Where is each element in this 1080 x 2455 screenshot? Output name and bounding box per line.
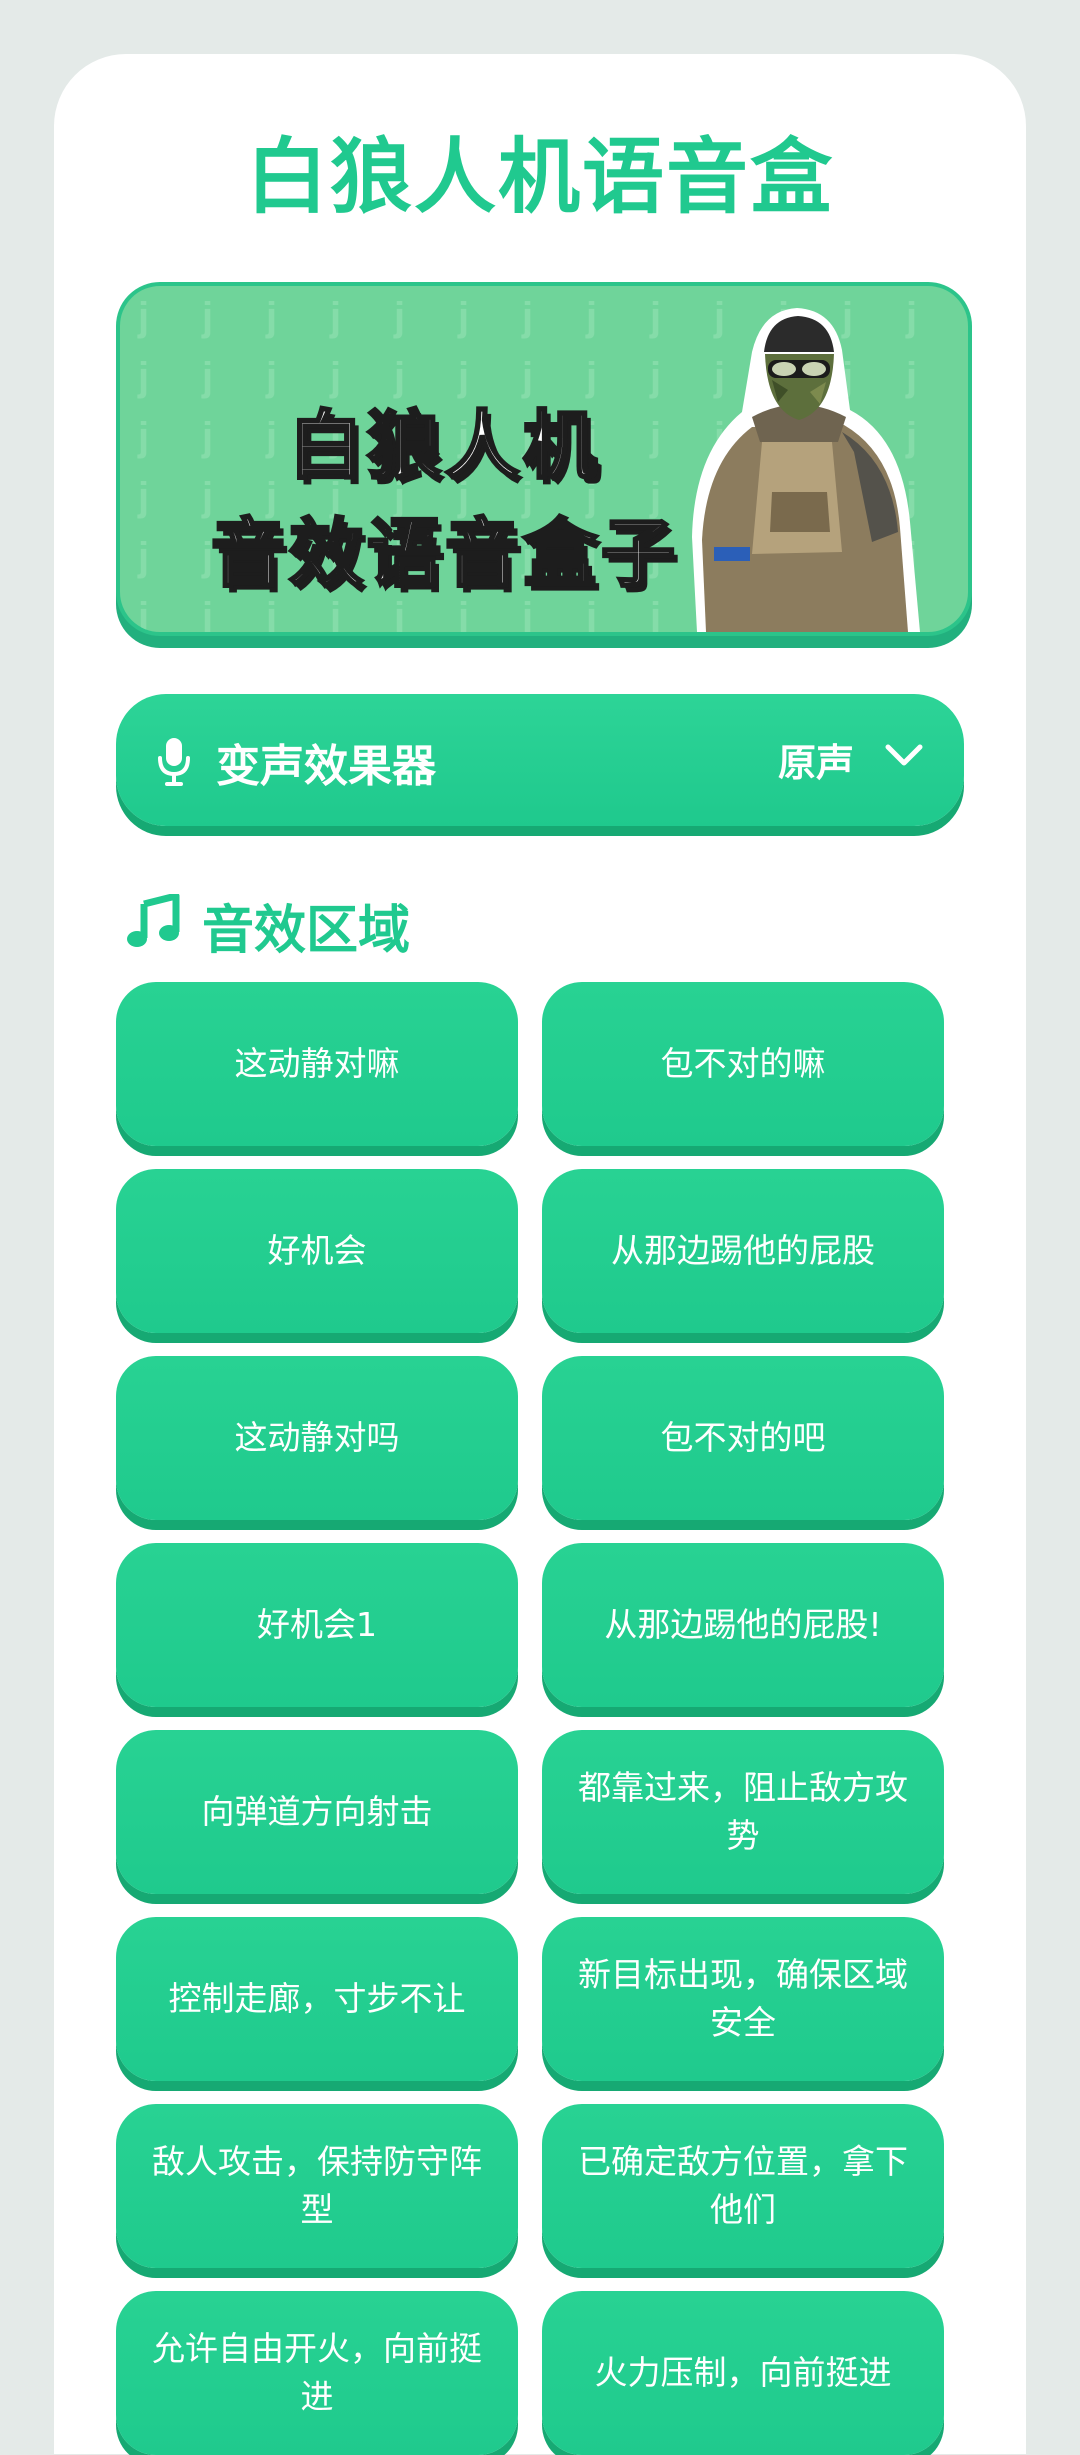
section-title: 音效区域 [202, 901, 411, 961]
voice-changer-selected-value: 原声 [777, 741, 854, 785]
voice-changer-dropdown[interactable]: 变声效果器 原声 [116, 694, 964, 826]
sound-button[interactable]: 允许自由开火，向前挺进 [116, 2291, 518, 2455]
sound-button[interactable]: 好机会1 [116, 1543, 518, 1707]
soldier-character-image [692, 308, 920, 632]
sound-button[interactable]: 这动静对吗 [116, 1356, 518, 1520]
chevron-down-icon [885, 744, 923, 766]
sound-button[interactable]: 从那边踢他的屁股! [542, 1543, 944, 1707]
sound-button[interactable]: 火力压制，向前挺进 [542, 2291, 944, 2455]
sound-button[interactable]: 这动静对嘛 [116, 982, 518, 1146]
sound-button[interactable]: 向弹道方向射击 [116, 1730, 518, 1894]
sound-button[interactable]: 敌人攻击，保持防守阵型 [116, 2104, 518, 2268]
app-title: 白狼人机语音盒 [245, 130, 834, 225]
sound-button[interactable]: 已确定敌方位置，拿下他们 [542, 2104, 944, 2268]
sound-button[interactable]: 新目标出现，确保区域安全 [542, 1917, 944, 2081]
banner: j 白狼人机 音效语音盒子 [116, 282, 972, 636]
microphone-icon [158, 738, 190, 786]
sound-button[interactable]: 包不对的嘛 [542, 982, 944, 1146]
sound-button[interactable]: 好机会 [116, 1169, 518, 1333]
sound-button[interactable]: 都靠过来，阻止敌方攻势 [542, 1730, 944, 1894]
sound-button[interactable]: 包不对的吧 [542, 1356, 944, 1520]
voice-changer-label: 变声效果器 [216, 741, 436, 792]
sound-button[interactable]: 控制走廊，寸步不让 [116, 1917, 518, 2081]
sound-button[interactable]: 从那边踢他的屁股 [542, 1169, 944, 1333]
music-note-icon [127, 894, 180, 947]
